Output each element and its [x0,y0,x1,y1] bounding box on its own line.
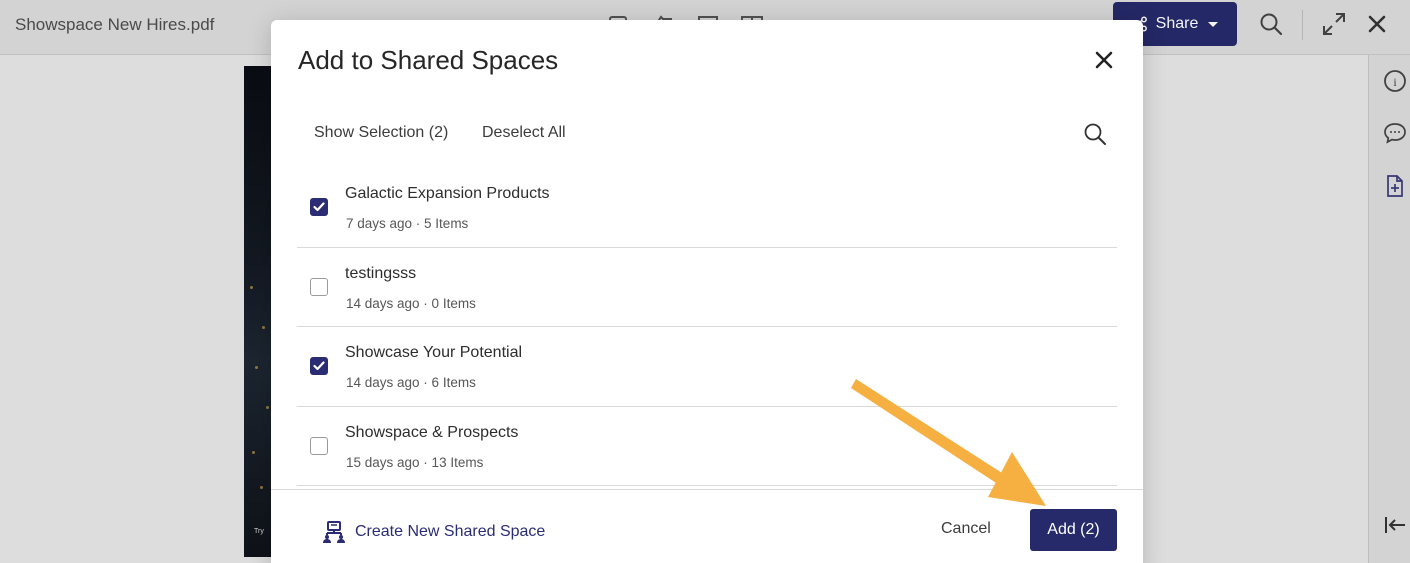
space-meta: 15 days ago · 13 Items [346,454,484,470]
create-new-shared-space-link[interactable]: Create New Shared Space [322,520,545,544]
list-item[interactable]: Showspace & Prospects 15 days ago · 13 It… [297,407,1117,486]
list-item[interactable]: Galactic Expansion Products 7 days ago · … [297,168,1117,248]
space-meta: 14 days ago · 0 Items [346,295,476,311]
cancel-button[interactable]: Cancel [941,520,991,538]
list-item[interactable]: testingsss 14 days ago · 0 Items [297,248,1117,327]
space-checkbox[interactable] [310,198,328,216]
shared-space-icon [323,521,345,543]
close-icon [1095,51,1113,69]
space-name: Galactic Expansion Products [345,185,550,202]
checkmark-icon [313,202,325,212]
space-checkbox[interactable] [310,357,328,375]
show-selection-button[interactable]: Show Selection (2) [314,124,448,142]
shared-spaces-list: Galactic Expansion Products 7 days ago · … [297,168,1117,486]
search-spaces-button[interactable] [1081,120,1109,148]
space-name: Showcase Your Potential [345,344,523,361]
space-name: Showspace & Prospects [345,423,519,441]
close-button[interactable] [1091,47,1117,73]
space-meta: 14 days ago · 6 Items [346,375,476,390]
search-icon [1084,123,1106,145]
deselect-all-button[interactable]: Deselect All [482,124,566,142]
space-checkbox[interactable] [310,277,328,296]
space-checkbox[interactable] [310,436,328,455]
dialog-footer: Create New Shared Space Cancel Add (2) [271,489,1143,563]
dialog-title: Add to Shared Spaces [298,45,559,75]
add-button[interactable]: Add (2) [1030,509,1117,551]
space-meta: 7 days ago · 5 Items [346,216,469,231]
space-name: testingsss [345,264,417,282]
checkmark-icon [313,361,325,371]
list-item[interactable]: Showcase Your Potential 14 days ago · 6 I… [297,327,1117,407]
add-to-shared-spaces-dialog: Add to Shared Spaces Show Selection (2) … [271,20,1143,563]
create-new-shared-space-label: Create New Shared Space [355,523,546,540]
